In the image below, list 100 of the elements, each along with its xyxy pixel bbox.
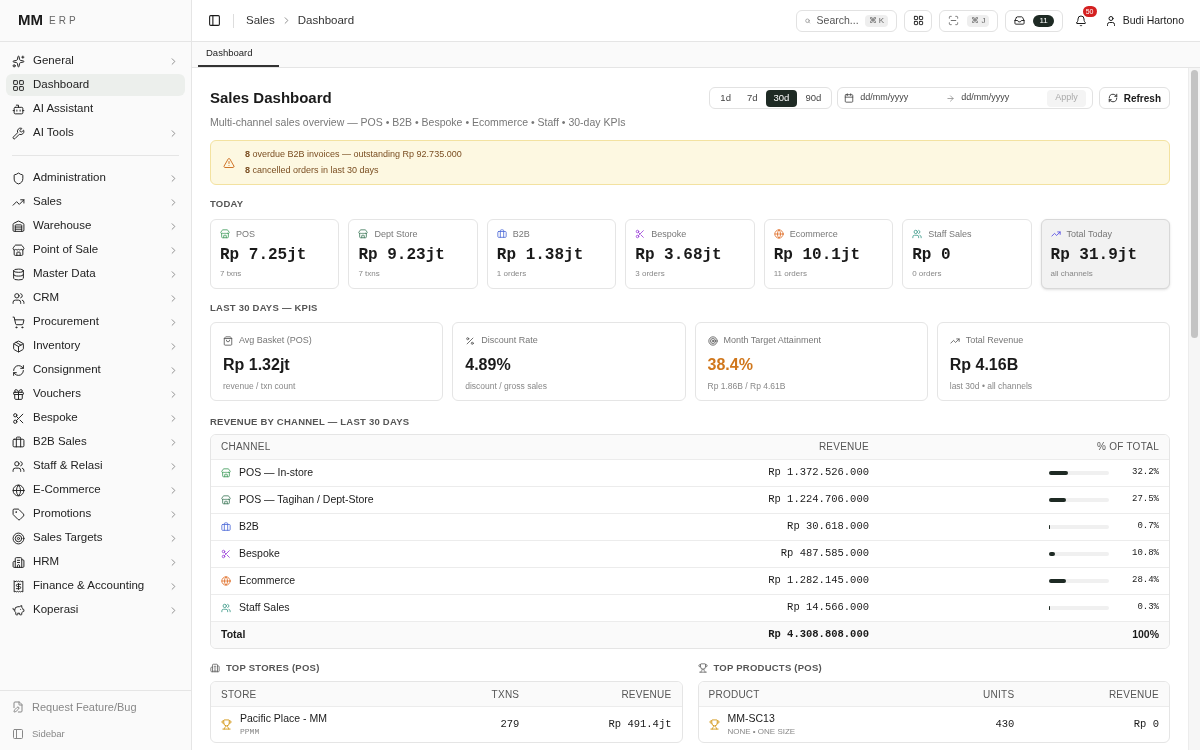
table-cell: 430 bbox=[995, 718, 1015, 731]
table-cell: Rp 1.224.706.000 bbox=[768, 493, 869, 506]
tab[interactable]: Dashboard bbox=[198, 41, 279, 67]
trophy-icon bbox=[697, 663, 708, 674]
kpi-label: Discount Rate bbox=[481, 333, 538, 347]
notifications-button[interactable] bbox=[1074, 12, 1089, 29]
scan-icon bbox=[948, 15, 960, 26]
apps-button[interactable] bbox=[904, 9, 933, 32]
nav-item[interactable]: AI Tools bbox=[6, 122, 185, 144]
nav-item[interactable]: Sales bbox=[6, 191, 185, 213]
stat-label: B2B bbox=[512, 227, 530, 241]
table-cell-text: 32.2% bbox=[1131, 465, 1159, 479]
nav-item[interactable]: Consignment bbox=[6, 359, 185, 381]
stat-label: POS bbox=[236, 227, 255, 241]
refresh-icon bbox=[1107, 93, 1118, 103]
grid-icon bbox=[12, 78, 25, 92]
building-icon bbox=[210, 663, 220, 674]
stat-value: Rp 7.25jt bbox=[220, 245, 308, 266]
nav-item[interactable]: CRM bbox=[6, 287, 185, 309]
nav-item[interactable]: General bbox=[6, 50, 185, 72]
warning-icon bbox=[223, 156, 235, 169]
table-cell: Rp 491.4jt bbox=[608, 718, 672, 731]
nav-item[interactable]: Dashboard bbox=[6, 74, 185, 96]
table-cell: 279 bbox=[500, 718, 520, 731]
scrollbar-thumb[interactable] bbox=[1191, 70, 1198, 338]
table-cell-text: Staff Sales bbox=[239, 599, 290, 615]
shield-icon bbox=[12, 171, 25, 185]
nav-item[interactable]: AI Assistant bbox=[6, 98, 185, 120]
refresh-icon bbox=[12, 363, 25, 377]
collapse-link[interactable]: Sidebar bbox=[0, 724, 191, 744]
breadcrumb-item[interactable]: Dashboard bbox=[297, 11, 355, 30]
feedback-link[interactable]: Request Feature/Bug bbox=[0, 697, 191, 717]
piggy-bank-icon bbox=[12, 603, 25, 617]
date-from-field[interactable]: dd/mm/yyyy bbox=[860, 91, 941, 105]
kpi-value: 4.89% bbox=[465, 355, 512, 376]
kpi-value: Rp 1.32jt bbox=[223, 355, 291, 376]
inbox-button[interactable]: 11 bbox=[1005, 9, 1063, 32]
target-icon bbox=[12, 531, 25, 545]
database-icon bbox=[12, 267, 25, 281]
nav-item[interactable]: Administration bbox=[6, 167, 185, 189]
stat-value: Rp 31.9jt bbox=[1050, 245, 1138, 266]
stat-value: Rp 3.68jt bbox=[635, 245, 723, 266]
column-header: REVENUE bbox=[603, 435, 879, 459]
nav-item[interactable]: Sales Targets bbox=[6, 527, 185, 549]
stat-note: 7 txns bbox=[358, 268, 381, 280]
store-icon bbox=[358, 229, 369, 240]
nav-item[interactable]: E-Commerce bbox=[6, 479, 185, 501]
store-icon bbox=[12, 243, 25, 257]
scan-button[interactable]: ⌘ J bbox=[939, 9, 999, 32]
period-option[interactable]: 7d bbox=[738, 89, 766, 107]
nav-item[interactable]: Procurement bbox=[6, 311, 185, 333]
tag-icon bbox=[12, 507, 25, 521]
nav-item[interactable]: Staff & Relasi bbox=[6, 455, 185, 477]
scissors-icon bbox=[221, 548, 231, 559]
stat-note: 7 txns bbox=[220, 268, 243, 280]
section-heading: TOP STORES (POS) bbox=[226, 661, 320, 675]
globe-icon bbox=[12, 483, 25, 497]
table-cell: Rp 487.585.000 bbox=[780, 547, 869, 560]
brand-logo: MM bbox=[18, 10, 43, 31]
target-icon bbox=[707, 335, 718, 346]
receipt-icon bbox=[12, 579, 25, 593]
briefcase-icon bbox=[12, 435, 25, 449]
kpi-value: 38.4% bbox=[707, 355, 754, 376]
nav-item[interactable]: Promotions bbox=[6, 503, 185, 525]
nav-item[interactable]: HRM bbox=[6, 551, 185, 573]
period-option[interactable]: 1d bbox=[712, 89, 739, 107]
nav-item[interactable]: Koperasi bbox=[6, 599, 185, 621]
date-to-field[interactable]: dd/mm/yyyy bbox=[961, 91, 1042, 105]
users-icon bbox=[912, 229, 923, 240]
arrow-icon bbox=[946, 93, 956, 103]
sidebar-toggle-icon[interactable] bbox=[208, 14, 221, 27]
nav-item[interactable]: Warehouse bbox=[6, 215, 185, 237]
nav-item[interactable]: Bespoke bbox=[6, 407, 185, 429]
kpi-note: Rp 1.86B / Rp 4.61B bbox=[707, 380, 787, 393]
nav-item[interactable]: Master Data bbox=[6, 263, 185, 285]
search-field[interactable]: Search... ⌘ K bbox=[796, 9, 898, 32]
nav-item[interactable]: Finance & Accounting bbox=[6, 575, 185, 597]
period-option[interactable]: 30d bbox=[765, 89, 798, 107]
table-cell-text: Bespoke bbox=[239, 545, 280, 561]
nav-item[interactable]: B2B Sales bbox=[6, 431, 185, 453]
refresh-button[interactable]: Refresh bbox=[1098, 87, 1170, 109]
period-option[interactable]: 90d bbox=[797, 89, 830, 107]
shortcut-key: ⌘ K bbox=[864, 14, 889, 27]
stat-label: Bespoke bbox=[651, 227, 687, 241]
stat-note: 0 orders bbox=[912, 268, 943, 280]
brand-suffix: ERP bbox=[49, 14, 79, 28]
inbox-count: 11 bbox=[1033, 14, 1054, 27]
nav-item[interactable]: Vouchers bbox=[6, 383, 185, 405]
store-icon bbox=[220, 229, 230, 240]
column-header: STORE bbox=[211, 682, 442, 707]
stat-label: Staff Sales bbox=[928, 227, 972, 241]
user-menu[interactable]: Budi Hartono bbox=[1104, 12, 1184, 29]
table-cell-text: 10.8% bbox=[1131, 546, 1159, 560]
stat-value: Rp 10.1jt bbox=[773, 245, 862, 266]
kpi-label: Total Revenue bbox=[965, 333, 1024, 347]
breadcrumb-item[interactable]: Sales bbox=[246, 11, 275, 30]
table-cell-text: Pacific Place - MM bbox=[240, 710, 327, 726]
nav-item[interactable]: Point of Sale bbox=[6, 239, 185, 261]
nav-item[interactable]: Inventory bbox=[6, 335, 185, 357]
package-icon bbox=[12, 339, 25, 353]
